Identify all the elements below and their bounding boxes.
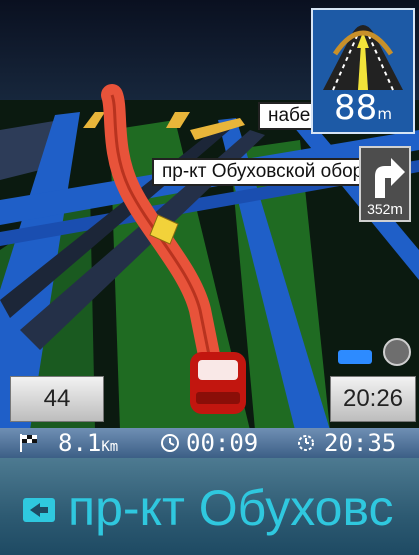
- arrival-time: 20:35: [324, 429, 397, 457]
- timer-icon: [161, 434, 179, 452]
- arrival-clock-icon: [298, 435, 314, 451]
- speed-display[interactable]: 44: [10, 376, 104, 422]
- turn-right-icon: [375, 158, 405, 198]
- gps-signal-icon: [383, 338, 411, 366]
- remaining-distance-unit: Km: [101, 439, 119, 455]
- lane-distance-value: 88: [334, 88, 378, 128]
- lane-guidance-icon: [323, 25, 403, 91]
- lane-distance-unit: m: [377, 105, 392, 123]
- remaining-distance-value: 8.1: [58, 429, 102, 457]
- street-sign-icon: [23, 498, 55, 522]
- remaining-time: 00:09: [186, 429, 259, 457]
- lane-guidance-panel[interactable]: 88m: [311, 8, 415, 134]
- next-turn-panel[interactable]: 352m: [359, 146, 411, 222]
- turn-distance-unit: m: [390, 201, 403, 218]
- current-street-bar: пр-кт Обуховс: [0, 458, 419, 555]
- lane-distance: 88m: [313, 88, 413, 128]
- battery-icon: [338, 350, 372, 364]
- current-street-name: пр-кт Обуховс: [68, 480, 394, 536]
- finish-flag-icon: [20, 434, 37, 452]
- clock-display[interactable]: 20:26: [330, 376, 416, 422]
- remaining-distance: 8.1Km: [58, 428, 118, 458]
- street-label-primary: пр-кт Обуховской обороны: [152, 158, 362, 186]
- turn-distance: 352m: [361, 201, 409, 218]
- status-bar[interactable]: 8.1Km 00:09 20:35: [0, 428, 419, 458]
- vehicle-icon: [190, 352, 246, 414]
- turn-distance-value: 352: [367, 201, 391, 217]
- navigation-screen: пр-кт Обуховской обороны набережная 88m …: [0, 0, 419, 555]
